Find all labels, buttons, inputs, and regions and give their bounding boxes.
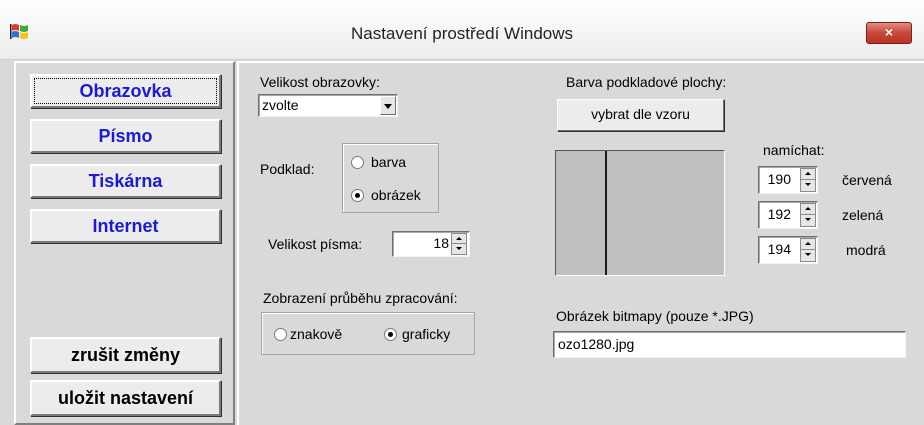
nav-button-label: Internet — [92, 216, 159, 236]
bitmap-path-input[interactable]: ozo1280.jpg — [553, 331, 906, 358]
pick-pattern-button[interactable]: vybrat dle vzoru — [557, 99, 724, 131]
title-bar: Nastavení prostředí Windows × — [0, 0, 924, 60]
radio-background-color[interactable] — [351, 156, 364, 169]
stepper-up-icon[interactable] — [801, 204, 815, 215]
red-stepper[interactable] — [800, 168, 816, 192]
save-settings-button[interactable]: uložit nastavení — [30, 380, 221, 416]
color-preview — [555, 150, 725, 276]
stepper-down-icon[interactable] — [801, 215, 815, 226]
window-title: Nastavení prostředí Windows — [350, 24, 574, 43]
stepper-up-icon[interactable] — [801, 169, 815, 180]
close-icon: × — [884, 24, 894, 40]
stepper-down-icon[interactable] — [801, 180, 815, 191]
close-button[interactable]: × — [866, 22, 912, 44]
chevron-down-icon[interactable] — [380, 96, 396, 115]
radio-background-image[interactable] — [351, 189, 364, 202]
navigation-panel: Obrazovka Písmo Tiskárna Internet zrušit… — [14, 61, 235, 425]
blue-stepper[interactable] — [800, 238, 816, 262]
nav-button-pismo[interactable]: Písmo — [30, 119, 221, 153]
nav-button-obrazovka[interactable]: Obrazovka — [30, 74, 221, 108]
bitmap-path-value: ozo1280.jpg — [558, 336, 635, 352]
preview-divider — [605, 151, 607, 275]
green-label: zelená — [842, 207, 884, 223]
radio-progress-graphic-label[interactable]: graficky — [402, 326, 450, 342]
radio-progress-graphic[interactable] — [384, 328, 397, 341]
nav-button-internet[interactable]: Internet — [30, 209, 221, 243]
green-stepper[interactable] — [800, 203, 816, 227]
background-label: Podklad: — [260, 161, 315, 177]
nav-button-tiskarna[interactable]: Tiskárna — [30, 164, 221, 198]
radio-progress-text[interactable] — [274, 328, 287, 341]
radio-background-color-label[interactable]: barva — [371, 154, 406, 170]
save-settings-label: uložit nastavení — [57, 388, 194, 408]
stepper-down-icon[interactable] — [452, 244, 466, 254]
cancel-changes-button[interactable]: zrušit změny — [30, 337, 221, 373]
font-size-label: Velikost písma: — [268, 236, 363, 252]
radio-progress-text-label[interactable]: znakově — [290, 326, 342, 342]
desktop-color-label: Barva podkladové plochy: — [566, 74, 727, 90]
nav-button-label: Písmo — [98, 126, 153, 146]
blue-label: modrá — [846, 242, 886, 258]
cancel-changes-label: zrušit změny — [70, 345, 181, 365]
stepper-up-icon[interactable] — [801, 239, 815, 250]
green-value: 192 — [767, 206, 791, 222]
red-label: červená — [842, 172, 892, 188]
progress-display-label: Zobrazení průběhu zpracování: — [263, 290, 458, 306]
bitmap-label: Obrázek bitmapy (pouze *.JPG) — [556, 308, 754, 324]
stepper-up-icon[interactable] — [452, 234, 466, 244]
stepper-down-icon[interactable] — [801, 250, 815, 261]
nav-button-label: Tiskárna — [88, 171, 163, 191]
screen-size-dropdown[interactable]: zvolte — [258, 94, 398, 117]
font-size-value: 18 — [433, 235, 449, 251]
screen-size-value: zvolte — [262, 97, 299, 113]
nav-button-label: Obrazovka — [79, 81, 172, 101]
blue-value: 194 — [767, 241, 791, 257]
red-value: 190 — [767, 171, 791, 187]
pick-pattern-label: vybrat dle vzoru — [591, 106, 690, 122]
mix-label: namíchat: — [763, 142, 825, 158]
screen-size-label: Velikost obrazovky: — [260, 74, 380, 90]
radio-background-image-label[interactable]: obrázek — [371, 187, 421, 203]
font-size-stepper[interactable] — [451, 233, 467, 255]
